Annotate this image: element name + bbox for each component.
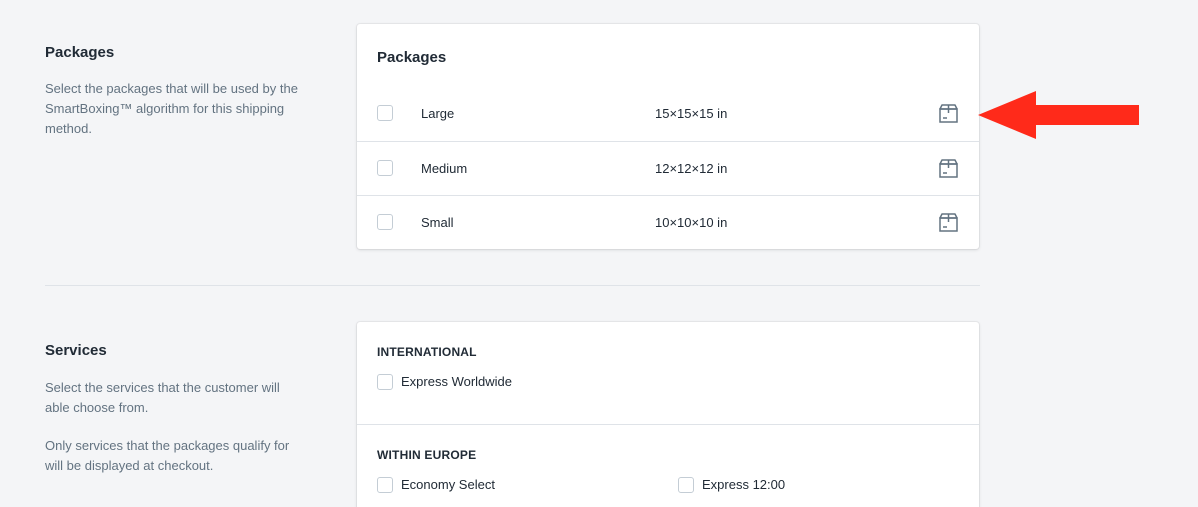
service-checkbox[interactable]	[377, 477, 393, 493]
service-label: Express 12:00	[702, 477, 786, 492]
package-dimensions: 12×12×12 in	[655, 161, 728, 176]
service-checkbox[interactable]	[678, 477, 694, 493]
package-name: Medium	[421, 161, 468, 176]
services-card: INTERNATIONAL Express Worldwide WITHIN E…	[357, 322, 979, 507]
package-checkbox-large[interactable]	[377, 105, 393, 121]
package-row-large[interactable]: Large 15×15×15 in	[357, 87, 979, 141]
package-row-medium[interactable]: Medium 12×12×12 in	[357, 141, 979, 195]
service-checkbox[interactable]	[377, 374, 393, 390]
package-name: Large	[421, 106, 455, 121]
package-dimensions: 15×15×15 in	[655, 106, 728, 121]
services-section-description: Select the services that the customer wi…	[45, 380, 280, 415]
services-section-info: Services Select the services that the cu…	[45, 341, 305, 476]
service-group-heading: WITHIN EUROPE	[377, 448, 477, 462]
package-dimensions: 10×10×10 in	[655, 215, 728, 230]
package-icon[interactable]	[938, 158, 959, 179]
services-section-title: Services	[45, 342, 107, 359]
package-icon[interactable]	[938, 103, 959, 124]
section-divider	[45, 285, 980, 286]
packages-card-title: Packages	[377, 49, 447, 66]
service-label: Express Worldwide	[401, 374, 513, 389]
package-checkbox-medium[interactable]	[377, 160, 393, 176]
package-row-small[interactable]: Small 10×10×10 in	[357, 195, 979, 249]
annotation-arrow-icon	[978, 91, 1139, 139]
services-section-note: Only services that the packages qualify …	[45, 438, 290, 473]
service-label: Economy Select	[401, 477, 495, 492]
package-name: Small	[421, 215, 454, 230]
package-icon[interactable]	[938, 212, 959, 233]
service-group-within-europe: WITHIN EUROPE Economy Select Express 12:…	[357, 425, 979, 507]
package-checkbox-small[interactable]	[377, 214, 393, 230]
packages-section-info: Packages Select the packages that will b…	[45, 43, 305, 139]
packages-section-title: Packages	[45, 44, 115, 61]
packages-card: Packages Large 15×15×15 in Medium 12×12×…	[357, 24, 979, 249]
service-group-heading: INTERNATIONAL	[377, 345, 477, 359]
packages-section-description: Select the packages that will be used by…	[45, 81, 298, 136]
service-group-international: INTERNATIONAL Express Worldwide	[357, 322, 979, 425]
